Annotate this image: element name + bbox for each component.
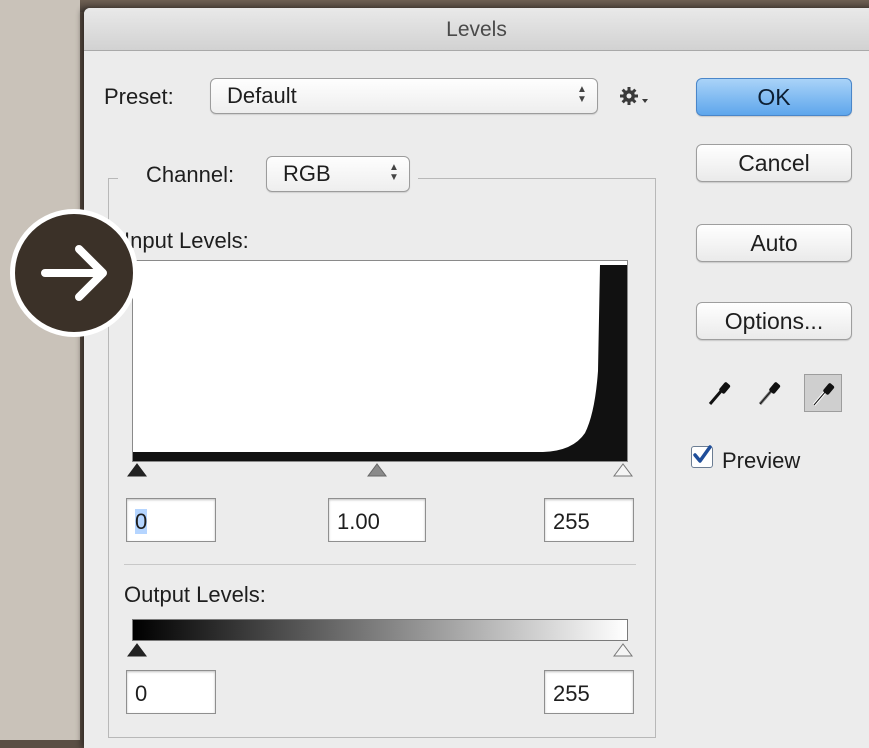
levels-dialog: Levels Preset: Default ▲ ▼ OK Cancel Auto…: [84, 8, 869, 748]
updown-arrows-icon: ▲ ▼: [389, 162, 399, 183]
output-white-field[interactable]: 255: [544, 670, 634, 714]
black-point-eyedropper-icon[interactable]: [706, 378, 734, 408]
input-white-field[interactable]: 255: [544, 498, 634, 542]
channel-label: Channel:: [146, 162, 235, 187]
ok-button[interactable]: OK: [696, 78, 852, 116]
input-white-value: 255: [553, 509, 590, 534]
input-gamma-field[interactable]: 1.00: [328, 498, 426, 542]
cancel-button[interactable]: Cancel: [696, 144, 852, 182]
channel-value: RGB: [283, 161, 331, 186]
output-black-field[interactable]: 0: [126, 670, 216, 714]
output-white-slider[interactable]: [612, 640, 634, 658]
preset-select[interactable]: Default ▲ ▼: [210, 78, 598, 114]
white-point-eyedropper-icon[interactable]: [804, 374, 842, 412]
preview-checkbox[interactable]: [691, 445, 713, 468]
histogram-curve: [133, 265, 627, 461]
gear-icon[interactable]: [618, 84, 652, 110]
divider: [124, 564, 636, 565]
gray-point-eyedropper-icon[interactable]: [756, 378, 784, 408]
input-white-slider[interactable]: [612, 460, 634, 478]
preview-label: Preview: [722, 448, 801, 473]
input-levels-label: Input Levels:: [124, 228, 249, 253]
updown-arrows-icon: ▲ ▼: [577, 84, 587, 105]
preset-label: Preset:: [104, 84, 174, 109]
auto-button[interactable]: Auto: [696, 224, 852, 262]
options-button[interactable]: Options...: [696, 302, 852, 340]
output-white-value: 255: [553, 681, 590, 706]
input-black-value: 0: [135, 509, 148, 534]
input-gamma-value: 1.00: [337, 509, 380, 534]
channel-select[interactable]: RGB ▲ ▼: [266, 156, 410, 192]
output-black-value: 0: [135, 681, 148, 706]
input-gamma-slider[interactable]: [366, 460, 388, 478]
title-bar: Levels: [84, 8, 869, 51]
background-panel: [0, 0, 80, 740]
output-levels-label: Output Levels:: [124, 582, 266, 607]
histogram: [132, 260, 628, 462]
output-gradient: [132, 619, 628, 641]
arrow-right-icon: [10, 209, 138, 337]
window-title: Levels: [446, 18, 507, 41]
input-black-slider[interactable]: [126, 460, 148, 478]
preset-value: Default: [227, 83, 297, 108]
output-black-slider[interactable]: [126, 640, 148, 658]
input-black-field[interactable]: 0: [126, 498, 216, 542]
